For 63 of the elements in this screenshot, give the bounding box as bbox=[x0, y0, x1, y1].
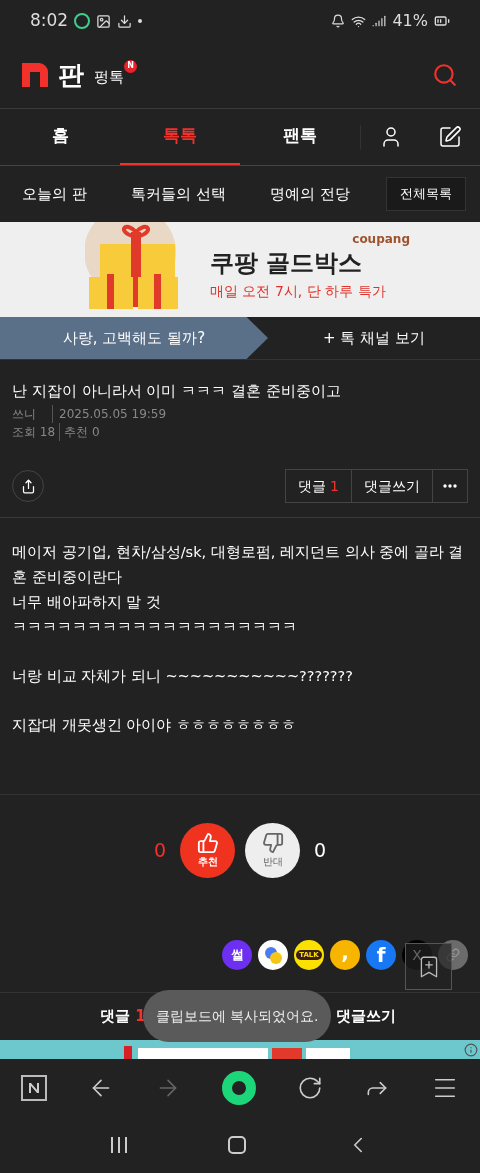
battery-percent: 41% bbox=[392, 10, 428, 32]
bookmark-button[interactable] bbox=[405, 943, 452, 990]
subnav-link[interactable]: 오늘의 판 bbox=[14, 182, 95, 206]
download-icon bbox=[117, 13, 133, 29]
like-count: 추천 0 bbox=[59, 422, 100, 441]
downvote-button[interactable]: 반대 bbox=[245, 822, 300, 878]
thumbs-up-icon bbox=[196, 831, 219, 854]
body-text: 너랑 비교 자체가 되니 ~~~~~~~~~~~??????? bbox=[12, 667, 354, 686]
bottom-write-button[interactable]: 댓글쓰기 bbox=[336, 1005, 396, 1028]
write-comment-button[interactable]: 댓글쓰기 bbox=[352, 469, 433, 503]
comment-count-button[interactable]: 댓글 1 bbox=[284, 469, 352, 503]
app-status-icon bbox=[74, 13, 91, 29]
recent-apps-icon[interactable] bbox=[109, 1134, 130, 1155]
ad-strip[interactable] bbox=[0, 1040, 480, 1059]
all-list-button[interactable]: 전체목록 bbox=[386, 177, 466, 211]
body-text: ㅋㅋㅋㅋㅋㅋㅋㅋㅋㅋㅋㅋㅋㅋㅋㅋㅋㅋㅋ bbox=[12, 618, 298, 637]
ring-icon[interactable] bbox=[222, 1070, 256, 1105]
ad-subtitle: 매일 오전 7시, 단 하루 특가 bbox=[210, 282, 386, 301]
alarm-icon bbox=[331, 14, 346, 28]
wifi-icon bbox=[351, 13, 367, 29]
bottom-comment-button[interactable]: 댓글 1 bbox=[100, 1005, 146, 1028]
view-count: 조회 18 bbox=[12, 423, 56, 441]
home-icon[interactable] bbox=[228, 1135, 246, 1154]
dots-share-icon[interactable] bbox=[258, 940, 288, 970]
section-title: 펑톡 bbox=[94, 66, 124, 88]
more-icon bbox=[443, 484, 457, 488]
nav-tab[interactable]: 톡톡 bbox=[120, 109, 240, 165]
nav-tab[interactable]: 팬톡 bbox=[240, 109, 360, 165]
battery-icon bbox=[434, 13, 450, 29]
post-date: 2025.05.05 19:59 bbox=[52, 404, 167, 423]
search-icon[interactable] bbox=[432, 62, 458, 88]
post-author: 쓰니 bbox=[12, 405, 36, 423]
status-time: 8:02 bbox=[30, 9, 69, 33]
logo-text: 판 bbox=[58, 58, 84, 92]
edit-icon[interactable] bbox=[438, 125, 463, 149]
channel-link[interactable]: + 톡 채널 보기 bbox=[268, 317, 480, 359]
body-text: 너무 배아파하지 말 것 bbox=[12, 593, 162, 612]
body-text: 지잡대 개못생긴 아이야 ㅎㅎㅎㅎㅎㅎㅎㅎ bbox=[12, 716, 297, 735]
info-icon[interactable] bbox=[464, 1042, 478, 1057]
subnav-link[interactable]: 톡커들의 선택 bbox=[123, 182, 234, 206]
ad-title: 쿠팡 골드박스 bbox=[210, 248, 364, 279]
ssul-share-button[interactable]: 썰 bbox=[222, 940, 252, 970]
subnav-link[interactable]: 명예의 전당 bbox=[262, 182, 358, 206]
clipboard-toast: 클립보드에 복사되었어요. bbox=[143, 990, 331, 1042]
signal-icon bbox=[372, 14, 387, 28]
new-badge: N bbox=[124, 59, 137, 73]
ad-brand: coupang bbox=[352, 231, 410, 248]
upvote-count: 0 bbox=[153, 837, 166, 863]
naver-icon[interactable] bbox=[20, 1074, 47, 1101]
ad-banner[interactable]: coupang 쿠팡 골드박스 매일 오전 7시, 단 하루 특가 bbox=[0, 222, 480, 317]
downvote-count: 0 bbox=[314, 837, 327, 863]
logo-icon bbox=[22, 63, 48, 87]
upvote-button[interactable]: 추천 bbox=[180, 822, 235, 878]
thumbs-down-icon bbox=[261, 831, 284, 854]
nav-tab[interactable]: 홈 bbox=[0, 109, 120, 165]
more-button[interactable] bbox=[433, 469, 468, 503]
image-icon bbox=[96, 13, 112, 29]
body-text: 메이저 공기업, 현차/삼성/sk, 대형로펌, 레지던트 의사 중에 골라 결혼 준비중이란다 bbox=[12, 543, 465, 587]
share-icon bbox=[20, 478, 36, 494]
channel-title[interactable]: 사랑, 고백해도 될까? bbox=[0, 317, 268, 359]
facebook-share-button[interactable]: f bbox=[366, 940, 396, 970]
post-title: 난 지잡이 아니라서 이미 ㅋㅋㅋ 결혼 준비중이고 bbox=[12, 381, 342, 402]
reload-icon[interactable] bbox=[297, 1074, 324, 1101]
